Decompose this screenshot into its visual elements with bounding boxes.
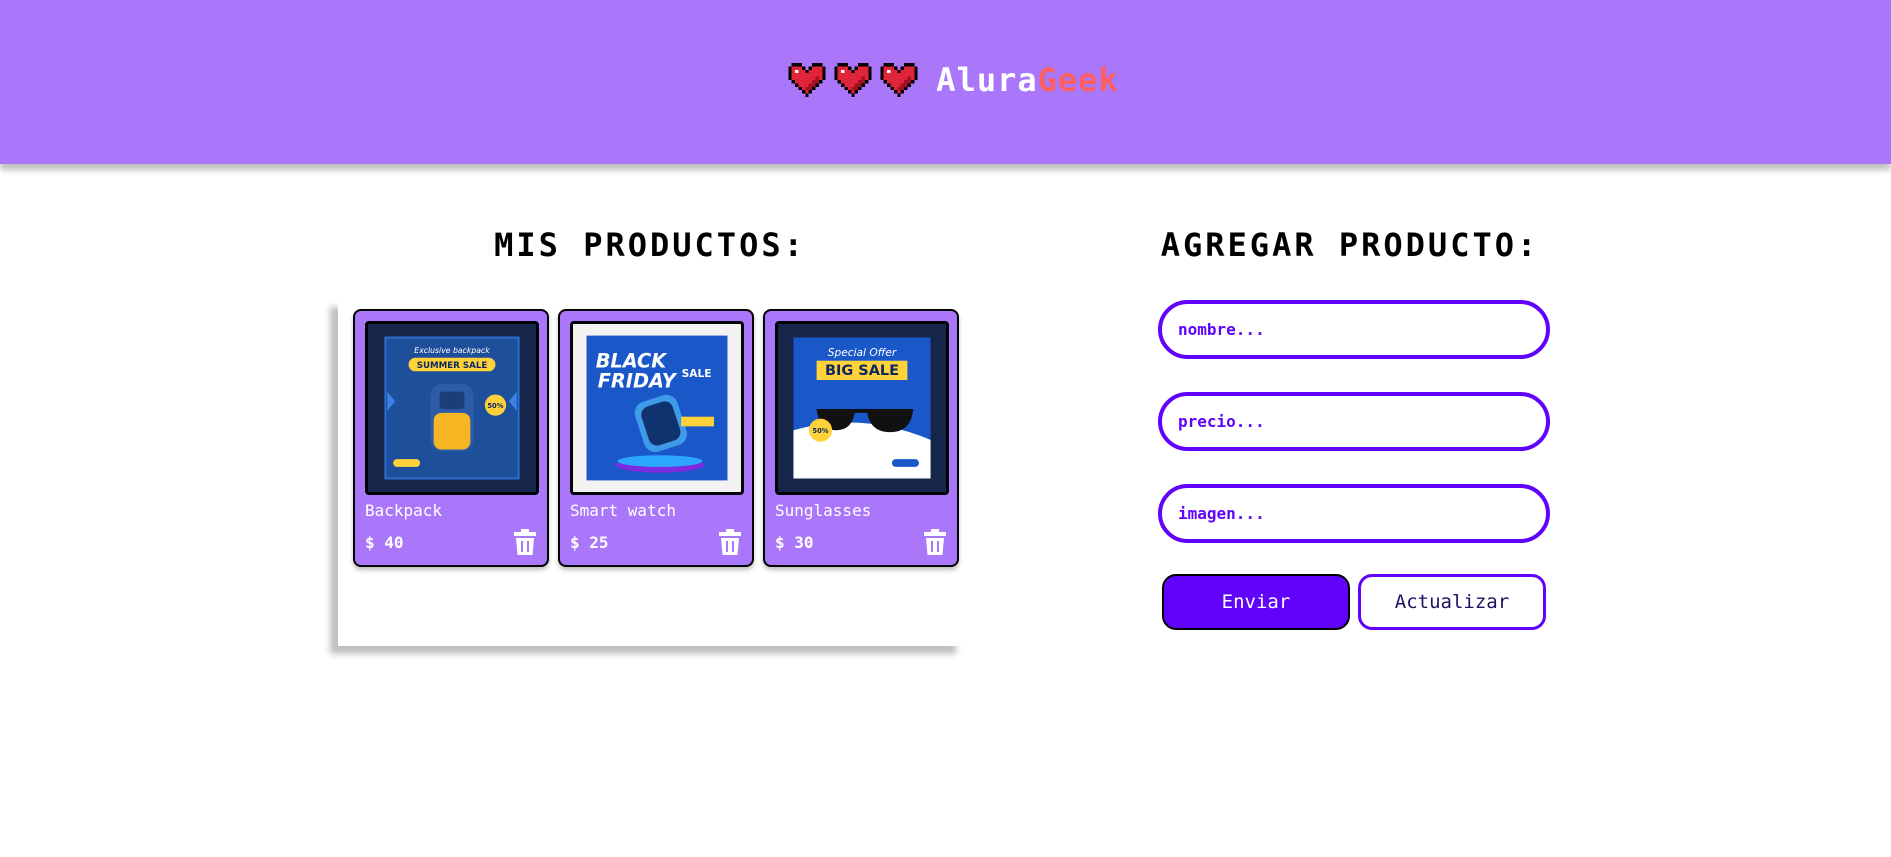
product-card: BLACK FRIDAY SALE Smart watch $ 25	[558, 309, 754, 567]
product-name: Smart watch	[570, 501, 676, 520]
products-title: MIS PRODUCTOS:	[494, 226, 806, 264]
product-price: $ 40	[365, 532, 404, 552]
product-price: $ 30	[775, 532, 814, 552]
logo-text-alura: Alura	[936, 61, 1038, 99]
products-list: Exclusive backpack SUMMER SALE 50% Backp…	[338, 299, 964, 646]
product-card: Special Offer BIG SALE 50% Sunglasses $ …	[763, 309, 959, 567]
product-name: Sunglasses	[775, 501, 872, 520]
pixel-heart-icon	[788, 63, 826, 97]
backpack-image-badge: 50%	[487, 402, 503, 410]
trash-icon[interactable]	[923, 529, 947, 555]
sunglasses-image-title: BIG SALE	[825, 363, 899, 379]
product-name: Backpack	[365, 501, 443, 520]
watch-image-title-3: SALE	[682, 367, 712, 380]
image-input[interactable]	[1158, 484, 1550, 543]
product-image: Special Offer BIG SALE 50%	[775, 321, 949, 495]
add-product-title: AGREGAR PRODUCTO:	[1160, 226, 1540, 264]
pixel-heart-icon	[834, 63, 872, 97]
add-product-form: Enviar Actualizar	[1158, 300, 1552, 630]
backpack-image-title: SUMMER SALE	[417, 361, 488, 371]
logo-text: AluraGeek	[936, 61, 1118, 99]
backpack-image-subtitle: Exclusive backpack	[414, 346, 490, 355]
trash-icon[interactable]	[513, 529, 537, 555]
product-card: Exclusive backpack SUMMER SALE 50% Backp…	[353, 309, 549, 567]
send-button[interactable]: Enviar	[1162, 574, 1350, 630]
trash-icon[interactable]	[718, 529, 742, 555]
site-header: AluraGeek	[0, 0, 1891, 164]
product-price: $ 25	[570, 532, 609, 552]
form-buttons: Enviar Actualizar	[1158, 574, 1552, 630]
hearts-group	[788, 63, 918, 97]
sunglasses-image-subtitle: Special Offer	[828, 346, 897, 359]
price-input[interactable]	[1158, 392, 1550, 451]
sunglasses-image-badge: 50%	[812, 427, 828, 435]
pixel-heart-icon	[880, 63, 918, 97]
watch-image-title-2: FRIDAY	[598, 370, 678, 393]
logo-text-geek: Geek	[1037, 61, 1119, 99]
product-image: Exclusive backpack SUMMER SALE 50%	[365, 321, 539, 495]
product-image: BLACK FRIDAY SALE	[570, 321, 744, 495]
name-input[interactable]	[1158, 300, 1550, 359]
update-button[interactable]: Actualizar	[1358, 574, 1546, 630]
brand-logo[interactable]: AluraGeek	[788, 61, 1118, 99]
